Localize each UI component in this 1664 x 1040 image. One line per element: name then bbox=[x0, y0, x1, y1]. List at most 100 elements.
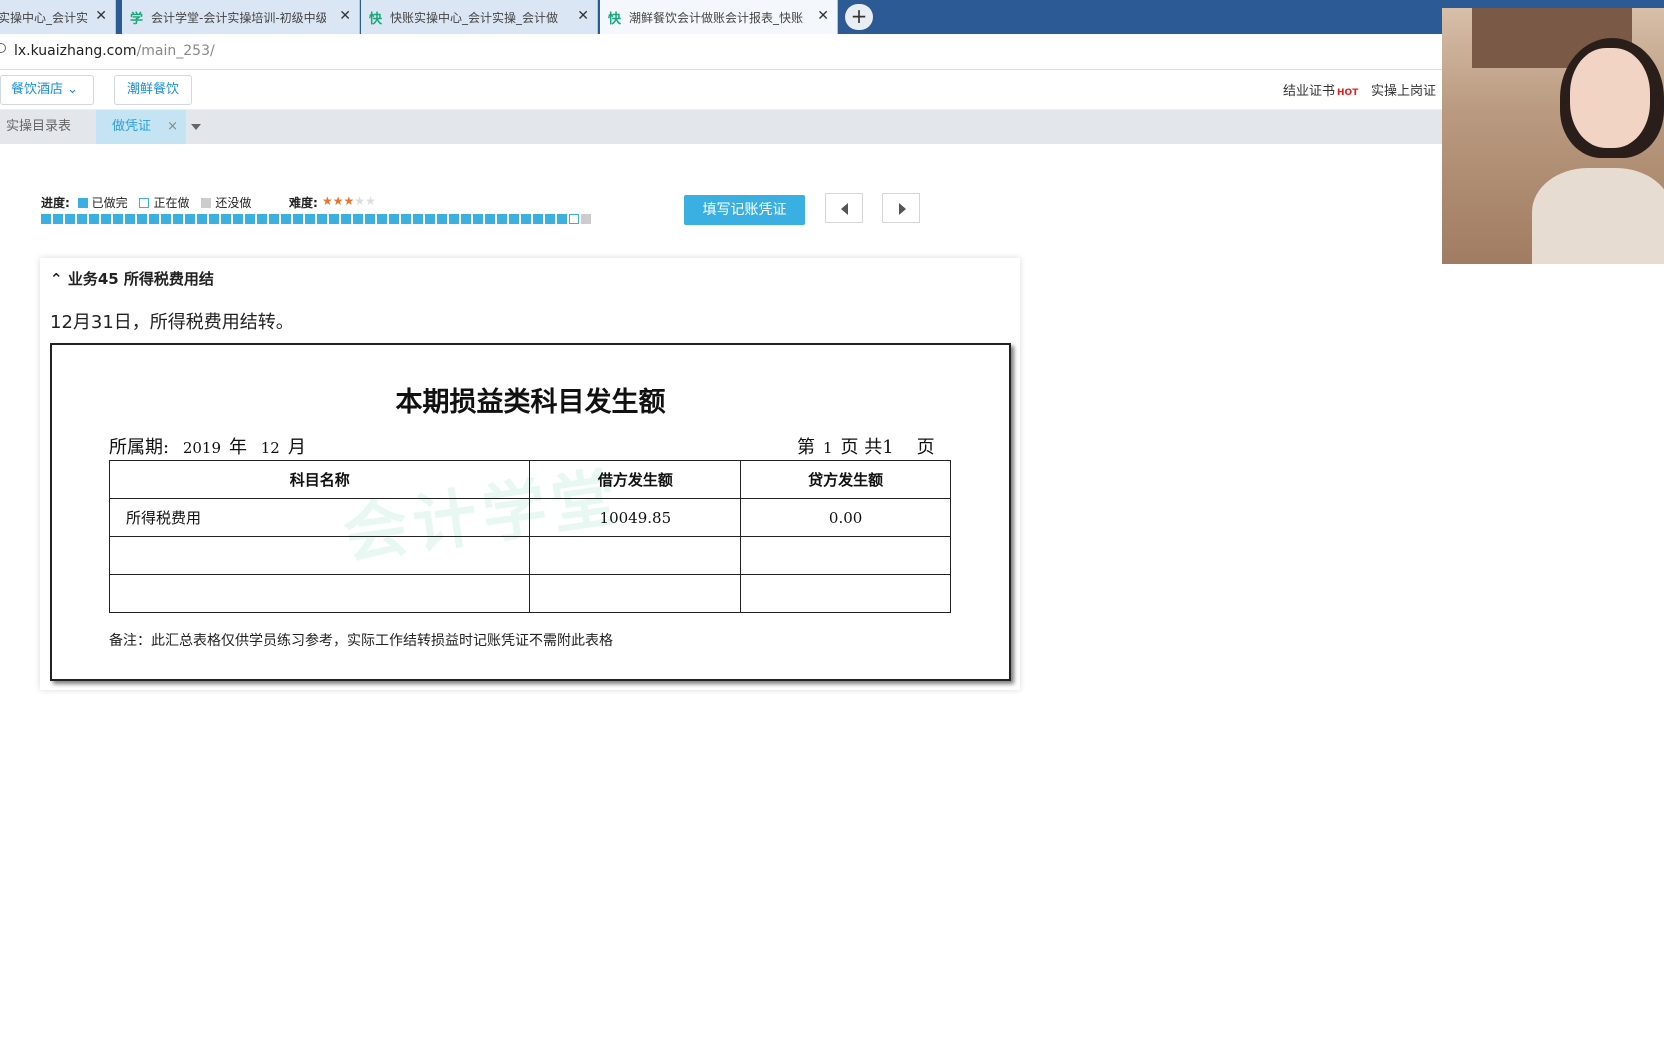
doing-label: 正在做 bbox=[153, 196, 190, 210]
page-number: 1 bbox=[823, 439, 833, 457]
top-nav: 餐饮酒店 ⌄ 潮鲜餐饮 结业证书 HOT 实操上岗证 bbox=[0, 70, 1664, 110]
close-icon[interactable]: ✕ bbox=[339, 8, 351, 24]
task-panel: ⌃ 业务45 所得税费用结 12月31日，所得税费用结转。 会计学堂 本期损益类… bbox=[40, 258, 1020, 690]
industry-dropdown[interactable]: 餐饮酒店 ⌄ bbox=[0, 75, 94, 105]
header-account-name: 科目名称 bbox=[108, 460, 531, 499]
xuetang-logo-icon: 学 bbox=[130, 11, 144, 27]
tab-voucher[interactable]: 做凭证 × bbox=[96, 110, 186, 144]
star-icon: ★ bbox=[332, 194, 344, 208]
task-title[interactable]: ⌃ 业务45 所得税费用结 bbox=[50, 268, 214, 289]
job-cert-link[interactable]: 实操上岗证 bbox=[1371, 80, 1436, 99]
browser-tab[interactable]: 快 快账实操中心_会计实操_会计做 ✕ bbox=[361, 0, 598, 34]
close-icon[interactable]: ✕ bbox=[95, 8, 107, 24]
done-label: 已做完 bbox=[91, 196, 128, 210]
period-year: 2019 bbox=[182, 439, 221, 457]
cell-debit bbox=[529, 574, 742, 613]
cell-credit bbox=[740, 536, 951, 575]
todo-swatch-icon bbox=[201, 198, 212, 208]
table-row: 所得税费用 10049.85 0.00 bbox=[108, 498, 951, 537]
sub-tab-bar: 实操目录表 做凭证 × bbox=[0, 110, 1664, 144]
url-text[interactable]: lx.kuaizhang.com/main_253/ bbox=[14, 43, 215, 59]
next-button[interactable] bbox=[882, 193, 920, 223]
progress-square bbox=[113, 214, 123, 224]
cell-account bbox=[108, 536, 531, 575]
header-credit: 贷方发生额 bbox=[740, 460, 951, 499]
progress-square bbox=[53, 214, 63, 224]
progress-square bbox=[221, 214, 231, 224]
cert-label: 结业证书 bbox=[1283, 84, 1336, 99]
webcam-overlay bbox=[1442, 8, 1664, 264]
close-icon[interactable]: ✕ bbox=[817, 8, 829, 24]
difficulty-stars: ★★★★★ bbox=[322, 194, 376, 208]
progress-square bbox=[569, 214, 579, 224]
progress-square bbox=[209, 214, 219, 224]
cell-debit bbox=[529, 536, 742, 575]
browser-tab[interactable]: 学 会计学堂-会计实操培训-初级中级 ✕ bbox=[122, 0, 360, 34]
star-icon: ★ bbox=[322, 194, 333, 208]
progress-square bbox=[101, 214, 111, 224]
address-bar[interactable]: lx.kuaizhang.com/main_253/ bbox=[0, 34, 1664, 70]
cert-link[interactable]: 结业证书 HOT bbox=[1283, 80, 1358, 99]
progress-square bbox=[413, 214, 423, 224]
progress-square bbox=[197, 214, 207, 224]
table-row bbox=[108, 574, 951, 613]
cell-account bbox=[108, 574, 531, 613]
close-icon[interactable]: × bbox=[167, 110, 178, 144]
progress-square bbox=[233, 214, 243, 224]
company-button[interactable]: 潮鲜餐饮 bbox=[114, 75, 193, 105]
progress-square bbox=[185, 214, 195, 224]
industry-label: 餐饮酒店 bbox=[11, 82, 64, 97]
progress-square bbox=[245, 214, 255, 224]
document-note: 备注：此汇总表格仅供学员练习参考，实际工作结转损益时记账凭证不需附此表格 bbox=[109, 633, 613, 649]
progress-square bbox=[365, 214, 375, 224]
progress-square bbox=[41, 214, 51, 224]
task-description: 12月31日，所得税费用结转。 bbox=[50, 312, 294, 333]
progress-square bbox=[437, 214, 447, 224]
tab-voucher-label: 做凭证 bbox=[112, 119, 152, 134]
progress-square bbox=[377, 214, 387, 224]
progress-bar bbox=[41, 214, 593, 226]
presenter-coat bbox=[1532, 168, 1664, 264]
new-tab-button[interactable]: + bbox=[845, 4, 873, 30]
browser-tab-active[interactable]: 快 潮鲜餐饮会计做账会计报表_快账 ✕ bbox=[600, 0, 838, 34]
table-header-row: 科目名称 借方发生额 贷方发生额 bbox=[108, 460, 951, 499]
progress-square bbox=[161, 214, 171, 224]
progress-square bbox=[461, 214, 471, 224]
arrow-right-icon bbox=[899, 203, 906, 215]
todo-label: 还没做 bbox=[215, 196, 252, 210]
chevron-down-icon: ⌄ bbox=[67, 82, 79, 97]
document-title: 本期损益类科目发生额 bbox=[395, 387, 666, 418]
caret-down-icon[interactable] bbox=[191, 124, 201, 130]
progress-square bbox=[485, 214, 495, 224]
collapse-icon[interactable]: ⌃ bbox=[50, 270, 63, 288]
progress-square bbox=[281, 214, 291, 224]
star-icon: ★ bbox=[354, 194, 366, 208]
star-icon: ★ bbox=[343, 194, 355, 208]
browser-tab-title: 潮鲜餐饮会计做账会计报表_快账 bbox=[629, 10, 804, 25]
kuaizhang-logo-icon: 快 bbox=[608, 11, 622, 27]
prev-button[interactable] bbox=[825, 193, 863, 223]
progress-square bbox=[65, 214, 75, 224]
progress-square bbox=[293, 214, 303, 224]
progress-square bbox=[341, 214, 351, 224]
progress-square bbox=[473, 214, 483, 224]
close-icon[interactable]: ✕ bbox=[577, 8, 589, 24]
progress-square bbox=[269, 214, 279, 224]
fill-voucher-button[interactable]: 填写记账凭证 bbox=[684, 195, 805, 225]
progress-square bbox=[581, 214, 591, 224]
progress-square bbox=[173, 214, 183, 224]
info-icon[interactable] bbox=[0, 43, 6, 53]
progress-square bbox=[389, 214, 399, 224]
tab-catalog[interactable]: 实操目录表 bbox=[0, 110, 77, 144]
source-document: 会计学堂 本期损益类科目发生额 所属期: 2019 年 12 月 第1页 共1 页 … bbox=[50, 343, 1011, 681]
cell-credit: 0.00 bbox=[740, 498, 951, 537]
progress-label: 进度: bbox=[41, 196, 70, 210]
period-prefix: 所属期: bbox=[109, 437, 170, 458]
progress-square bbox=[449, 214, 459, 224]
browser-tab[interactable]: 实操中心_会计实 ✕ bbox=[0, 0, 116, 34]
progress-square bbox=[425, 214, 435, 224]
page-suffix: 页 bbox=[916, 437, 935, 458]
table-row bbox=[108, 536, 951, 575]
arrow-left-icon bbox=[841, 203, 848, 215]
progress-square bbox=[77, 214, 87, 224]
